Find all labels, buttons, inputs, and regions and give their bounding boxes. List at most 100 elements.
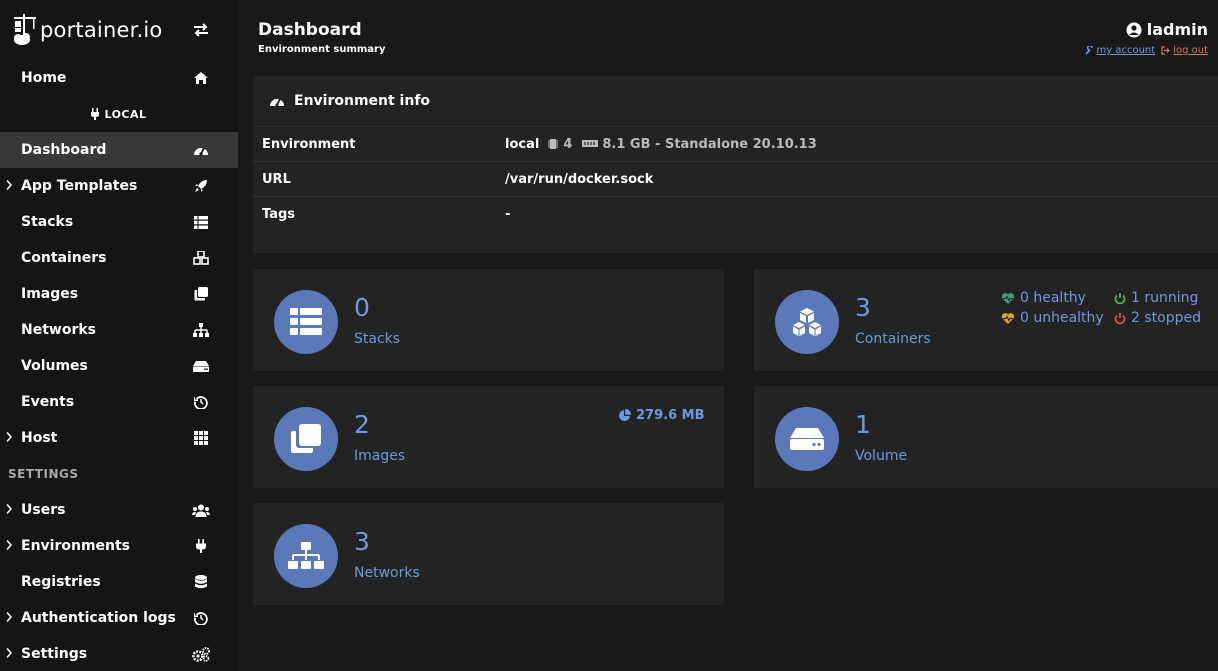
- cogs-icon: [192, 645, 210, 663]
- images-size: 279.6 MB: [618, 408, 705, 423]
- stopped-label: 2 stopped: [1131, 310, 1201, 326]
- stacks-widget[interactable]: 0 Stacks: [253, 269, 724, 371]
- logo-text: portainer.io: [40, 18, 163, 42]
- sidebar-item-networks[interactable]: Networks: [0, 312, 238, 348]
- my-account-link[interactable]: my account: [1084, 45, 1156, 56]
- stacks-label: Stacks: [354, 331, 401, 347]
- sidebar-toggle-icon[interactable]: [192, 23, 210, 37]
- chevron-right-icon[interactable]: [5, 539, 13, 551]
- sidebar-item-users[interactable]: Users: [0, 492, 238, 528]
- sidebar-item-registries[interactable]: Registries: [0, 564, 238, 600]
- environment-info-panel: Environment info Environment local 4 8.1…: [253, 76, 1218, 253]
- history-icon: [192, 609, 210, 627]
- page-title: Dashboard: [258, 20, 362, 40]
- unhealthy-label: 0 unhealthy: [1020, 310, 1104, 326]
- images-label: Images: [354, 448, 406, 464]
- sidebar-item-volumes[interactable]: Volumes: [0, 348, 238, 384]
- grid-icon: [192, 429, 210, 447]
- main-content: Dashboard Environment summary ladmin my …: [238, 0, 1218, 671]
- stacks-count: 0: [354, 293, 370, 322]
- log-out-link[interactable]: log out: [1161, 45, 1208, 56]
- running-label: 1 running: [1131, 290, 1199, 306]
- sidebar-item-label: Events: [21, 394, 75, 410]
- database-icon: [192, 573, 210, 591]
- sidebar-item-label: Environments: [21, 538, 131, 554]
- environment-label: LOCAL: [0, 96, 238, 132]
- settings-section-title: SETTINGS: [8, 467, 79, 481]
- sidebar-item-label: App Templates: [21, 178, 138, 194]
- power-icon: [1114, 312, 1126, 324]
- sidebar: portainer.io Home LOCAL Dashboard App Tem…: [0, 0, 238, 671]
- networks-label: Networks: [354, 565, 420, 581]
- sidebar-item-images[interactable]: Images: [0, 276, 238, 312]
- chevron-right-icon[interactable]: [5, 179, 13, 191]
- heartbeat-icon: [1001, 292, 1015, 304]
- cpu-count: 4: [563, 136, 573, 152]
- sidebar-item-dashboard[interactable]: Dashboard: [0, 132, 238, 168]
- environment-key: Environment: [262, 136, 356, 152]
- stopped-status: 2 stopped: [1114, 310, 1201, 326]
- th-list-icon: [192, 213, 210, 231]
- images-widget[interactable]: 2 Images 279.6 MB: [253, 386, 724, 488]
- hdd-icon: [775, 407, 839, 471]
- sidebar-item-environments[interactable]: Environments: [0, 528, 238, 564]
- cubes-icon: [775, 290, 839, 354]
- sidebar-item-label: Containers: [21, 250, 107, 266]
- sidebar-item-authentication-logs[interactable]: Authentication logs: [0, 600, 238, 636]
- sidebar-item-containers[interactable]: Containers: [0, 240, 238, 276]
- sidebar-item-label: Dashboard: [21, 142, 107, 158]
- home-icon: [192, 69, 210, 87]
- wrench-icon: [1084, 46, 1093, 55]
- settings-nav: Users Environments Registries Authenticatio…: [0, 492, 238, 671]
- url-key: URL: [262, 171, 291, 187]
- running-status: 1 running: [1114, 290, 1198, 306]
- username: ladmin: [1146, 20, 1208, 39]
- images-count: 2: [354, 410, 370, 439]
- my-account-label: my account: [1096, 45, 1156, 56]
- sidebar-item-label: Home: [21, 70, 67, 86]
- environment-name: LOCAL: [104, 107, 147, 121]
- sidebar-item-label: Settings: [21, 646, 88, 662]
- volumes-widget[interactable]: 1 Volume: [754, 386, 1218, 488]
- sidebar-item-host[interactable]: Host: [0, 420, 238, 456]
- pie-chart-icon: [619, 409, 631, 421]
- volumes-label: Volume: [855, 448, 908, 464]
- containers-widget[interactable]: 3 Containers 0 healthy 0 unhealthy 1 run…: [754, 269, 1218, 371]
- healthy-label: 0 healthy: [1020, 290, 1086, 306]
- user-circle-icon: [1126, 22, 1142, 37]
- chevron-right-icon[interactable]: [5, 431, 13, 443]
- healthy-status: 0 healthy: [1001, 290, 1086, 306]
- portainer-logo[interactable]: portainer.io: [12, 12, 162, 48]
- images-size-label: 279.6 MB: [636, 408, 705, 423]
- memory-icon: [582, 140, 599, 147]
- rocket-icon: [192, 177, 210, 195]
- hdd-icon: [192, 357, 210, 375]
- plug-icon: [91, 108, 100, 120]
- networks-widget[interactable]: 3 Networks: [253, 503, 724, 605]
- chevron-right-icon[interactable]: [5, 647, 13, 659]
- memory-value: 8.1 GB - Standalone 20.10.13: [602, 136, 817, 152]
- environment-row: Environment local 4 8.1 GB - Standalone …: [253, 127, 1218, 162]
- page-subtitle: Environment summary: [258, 44, 386, 55]
- sidebar-item-home[interactable]: Home: [0, 60, 238, 96]
- plug-icon: [192, 537, 210, 555]
- sidebar-item-events[interactable]: Events: [0, 384, 238, 420]
- chevron-right-icon[interactable]: [5, 503, 13, 515]
- environment-name-value: local: [505, 136, 540, 152]
- sidebar-item-label: Users: [21, 502, 66, 518]
- sidebar-item-app-templates[interactable]: App Templates: [0, 168, 238, 204]
- tachometer-icon: [192, 141, 210, 159]
- url-value: /var/run/docker.sock: [505, 171, 654, 187]
- unhealthy-status: 0 unhealthy: [1001, 310, 1104, 326]
- sidebar-item-settings[interactable]: Settings: [0, 636, 238, 671]
- sidebar-item-stacks[interactable]: Stacks: [0, 204, 238, 240]
- log-out-label: log out: [1173, 45, 1208, 56]
- sitemap-icon: [274, 524, 338, 588]
- sidebar-item-label: Host: [21, 430, 58, 446]
- sidebar-item-label: Registries: [21, 574, 101, 590]
- sidebar-item-label: Stacks: [21, 214, 74, 230]
- sidebar-item-label: Authentication logs: [21, 610, 176, 626]
- chevron-right-icon[interactable]: [5, 611, 13, 623]
- tags-row: Tags -: [253, 197, 1218, 232]
- containers-label: Containers: [855, 331, 931, 347]
